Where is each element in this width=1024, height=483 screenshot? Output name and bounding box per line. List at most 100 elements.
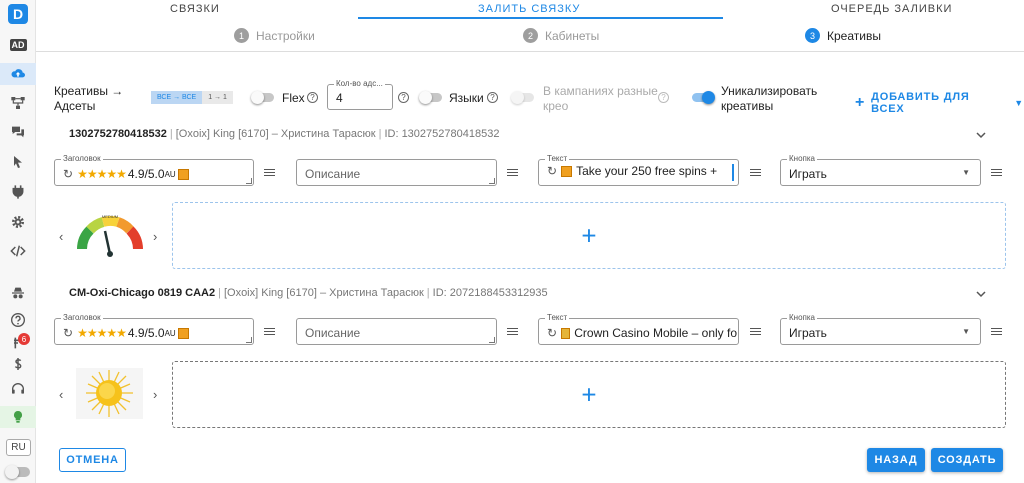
text-value: Take your 250 free spins + <box>576 164 718 178</box>
refresh-icon[interactable]: ↻ <box>63 326 73 340</box>
chip-all-to-all[interactable]: ВСЕ → ВСЕ <box>151 91 203 104</box>
prev-image-icon[interactable]: ‹ <box>59 229 63 244</box>
gift-icon <box>177 168 189 180</box>
headset-icon <box>12 383 24 394</box>
tab-upload-queue[interactable]: ОЧЕРЕДЬ ЗАЛИВКИ <box>831 3 952 15</box>
app-root: D AD 6 RU СВЯЗКИ ЗАЛИТЬ СВЯЗКУ ОЧЕРЕДЬ З… <box>0 0 1024 483</box>
uniqualize-switch[interactable] <box>692 91 715 104</box>
sidebar-item-code[interactable] <box>0 240 36 262</box>
lines-icon[interactable] <box>750 169 761 177</box>
code-icon <box>10 245 26 257</box>
sidebar-item-ad[interactable]: AD <box>0 34 36 56</box>
refresh-icon[interactable]: ↻ <box>547 164 557 178</box>
chat-icon <box>12 126 24 138</box>
languages-switch[interactable] <box>419 91 442 104</box>
prev-image-icon[interactable]: ‹ <box>59 387 63 402</box>
text-label: Текст <box>545 313 570 322</box>
sidebar-item-finance[interactable]: 6 <box>0 332 36 354</box>
tab-bindings[interactable]: СВЯЗКИ <box>170 3 220 15</box>
lines-icon[interactable] <box>507 328 518 336</box>
cursor-icon <box>14 156 22 168</box>
active-tab-indicator <box>358 17 723 19</box>
languages-help-icon[interactable]: ? <box>487 92 498 103</box>
sidebar-item-help[interactable] <box>0 309 36 331</box>
lines-icon[interactable] <box>991 328 1002 336</box>
chevron-down-icon[interactable] <box>975 129 987 141</box>
refresh-icon[interactable]: ↻ <box>547 326 557 340</box>
back-button[interactable]: НАЗАД <box>867 448 925 472</box>
plus-icon: + <box>855 94 866 111</box>
ads-count-field[interactable]: Кол-во адс... 4 <box>327 79 393 110</box>
flex-help-icon[interactable]: ? <box>307 92 318 103</box>
cta-select[interactable]: Кнопка Играть ▼ <box>780 313 981 345</box>
headline-rating: 4.9/5.0 <box>127 167 165 181</box>
creative-thumbnail[interactable] <box>76 368 143 419</box>
adset-account: [Oxoix] King [6170] – Христина Тарасюк <box>223 287 424 299</box>
lines-icon[interactable] <box>507 169 518 177</box>
resize-handle[interactable] <box>489 178 495 184</box>
language-switch[interactable]: RU <box>6 439 31 456</box>
create-button[interactable]: СОЗДАТЬ <box>931 448 1003 472</box>
headline-field[interactable]: Заголовок ↻ ★★★★★ 4.9/5.0 AU <box>54 313 254 345</box>
sidebar-item-upload[interactable] <box>0 63 36 85</box>
headline-field[interactable]: Заголовок ↻ ★★★★★ 4.9/5.0 AU <box>54 154 254 186</box>
text-cursor <box>732 164 734 181</box>
gauge-image: MEDIUM <box>77 214 143 257</box>
diff-creo-help-icon[interactable]: ? <box>658 92 669 103</box>
adset-name: 1302752780418532 <box>69 128 167 140</box>
sidebar-item-support[interactable] <box>0 378 36 400</box>
refresh-icon[interactable]: ↻ <box>63 167 73 181</box>
add-for-all-button[interactable]: + ДОБАВИТЬ ДЛЯ ВСЕХ ▼ <box>855 91 1024 115</box>
sidebar-item-chat[interactable] <box>0 121 36 143</box>
sidebar-item-spy[interactable] <box>0 282 36 304</box>
flex-switch[interactable] <box>251 91 274 104</box>
chevron-down-icon[interactable] <box>975 288 987 300</box>
tab-upload-binding[interactable]: ЗАЛИТЬ СВЯЗКУ <box>478 3 580 15</box>
stars-icon: ★★★★★ <box>77 326 127 340</box>
creative-thumbnail[interactable]: MEDIUM <box>76 209 143 260</box>
headline-suffix: AU <box>164 328 176 338</box>
text-field[interactable]: Текст ↻ Take your 250 free spins + <box>538 154 739 186</box>
step-cabinets[interactable]: 2 Кабинеты <box>523 28 599 43</box>
description-field[interactable]: Описание <box>296 318 497 345</box>
ads-count-help-icon[interactable]: ? <box>398 92 409 103</box>
sidebar-item-integrations[interactable] <box>0 181 36 203</box>
step-creatives[interactable]: 3 Креативы <box>805 28 881 43</box>
theme-toggle[interactable] <box>5 465 30 479</box>
resize-handle[interactable] <box>246 337 252 343</box>
adset-account: [Oxoix] King [6170] – Христина Тарасюк <box>175 128 376 140</box>
resize-handle[interactable] <box>489 337 495 343</box>
step-number: 3 <box>805 28 820 43</box>
lines-icon[interactable] <box>264 169 275 177</box>
diff-creo-switch[interactable] <box>511 91 534 104</box>
description-field[interactable]: Описание <box>296 159 497 186</box>
spy-icon <box>12 287 24 299</box>
next-image-icon[interactable]: › <box>153 229 157 244</box>
cta-value: Играть <box>789 167 827 181</box>
lines-icon[interactable] <box>750 328 761 336</box>
resize-handle[interactable] <box>246 178 252 184</box>
adset-header: 1302752780418532 | [Oxoix] King [6170] – Х… <box>69 128 500 140</box>
cta-select[interactable]: Кнопка Играть ▼ <box>780 154 981 186</box>
add-creative-dropzone[interactable]: + <box>172 361 1006 428</box>
cancel-button[interactable]: ОТМЕНА <box>59 448 126 472</box>
sidebar-item-ideas[interactable] <box>0 406 36 428</box>
lines-icon[interactable] <box>991 169 1002 177</box>
top-tabs: СВЯЗКИ ЗАЛИТЬ СВЯЗКУ ОЧЕРЕДЬ ЗАЛИВКИ <box>36 0 1024 20</box>
mapping-label: Креативы → <box>54 84 124 98</box>
text-field[interactable]: Текст ↻ Crown Casino Mobile – only fo <box>538 313 739 345</box>
sidebar-logo[interactable]: D <box>0 3 36 25</box>
uniqualize-label-line2: креативы <box>721 99 774 113</box>
sidebar-item-cursor[interactable] <box>0 151 36 173</box>
sidebar-item-billing[interactable] <box>0 353 36 375</box>
sidebar-item-settings[interactable] <box>0 211 36 233</box>
add-creative-dropzone[interactable]: + <box>172 202 1006 269</box>
chip-one-to-one[interactable]: 1 → 1 <box>202 91 233 104</box>
lines-icon[interactable] <box>264 328 275 336</box>
sidebar-item-structure[interactable] <box>0 92 36 114</box>
next-image-icon[interactable]: › <box>153 387 157 402</box>
dropdown-arrow-icon: ▼ <box>962 168 970 177</box>
step-settings[interactable]: 1 Настройки <box>234 28 315 43</box>
description-placeholder: Описание <box>305 167 361 181</box>
flex-label: Flex <box>282 91 305 105</box>
